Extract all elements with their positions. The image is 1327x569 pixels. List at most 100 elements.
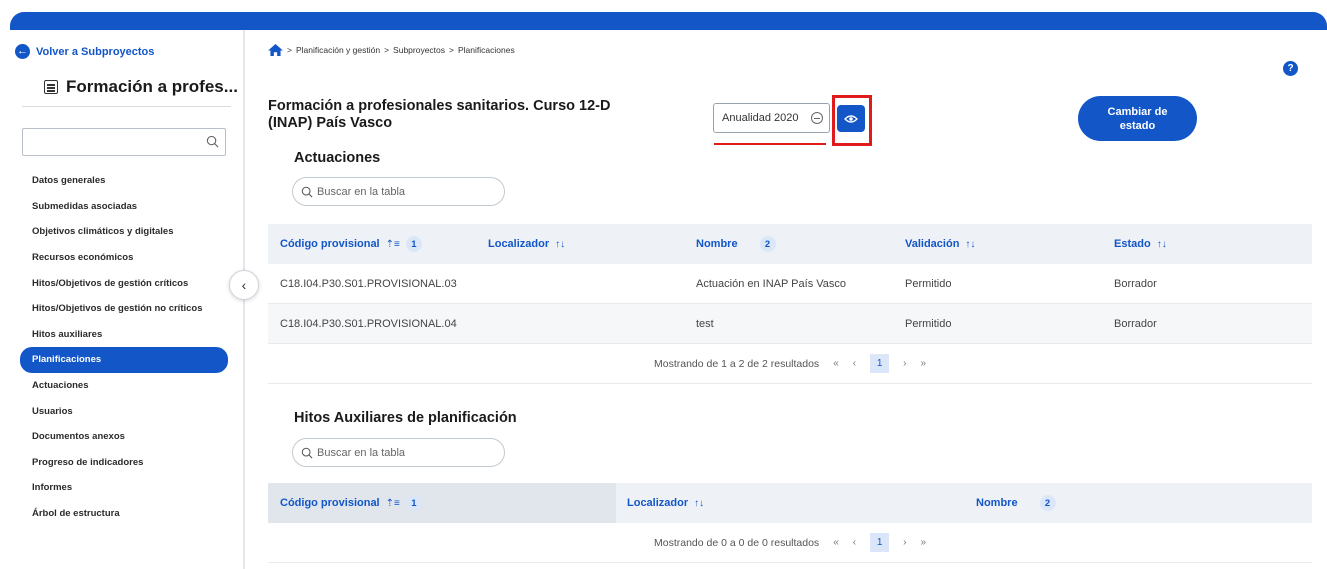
hitos-title: Hitos Auxiliares de planificación [294,410,517,426]
column-label: Validación [905,238,960,250]
breadcrumb-item-planificacion[interactable]: Planificación y gestión [296,45,380,55]
column-nombre[interactable]: Nombre 2 [696,224,776,264]
actuaciones-search-input[interactable]: Buscar en la tabla [292,177,505,206]
table-row[interactable]: C18.I04.P30.S01.PROVISIONAL.04 test Perm… [268,304,1312,344]
sidebar-separator [22,106,231,107]
column-label: Código provisional [280,238,380,250]
cell-nombre: Actuación en INAP País Vasco [696,278,847,290]
pagination: Mostrando de 1 a 2 de 2 resultados « ‹ 1… [268,344,1312,384]
column-validacion[interactable]: Validación ↑↓ [905,224,975,264]
year-select-value: Anualidad 2020 [722,112,799,124]
prev-page-button[interactable]: ‹ [853,537,856,548]
column-codigo[interactable]: Código provisional ⇡≡ 1 [268,483,616,523]
year-select[interactable]: Anualidad 2020 [713,103,830,133]
prev-page-button[interactable]: ‹ [853,358,856,369]
sort-icon: ⇡≡ [385,238,400,250]
header-bar [10,12,1327,30]
back-link-label: Volver a Subproyectos [36,45,155,58]
sidebar-item-hitos-auxiliares[interactable]: Hitos auxiliares [20,322,228,348]
ledger-icon [44,80,58,94]
sidebar-item-documentos[interactable]: Documentos anexos [20,424,228,450]
change-state-button[interactable]: Cambiar de estado [1078,96,1197,141]
column-label: Nombre [696,238,738,250]
cell-validacion: Permitido [905,278,952,290]
column-codigo[interactable]: Código provisional ⇡≡ 1 [280,224,422,264]
sidebar-item-datos-generales[interactable]: Datos generales [20,168,228,194]
sidebar-item-actuaciones[interactable]: Actuaciones [20,373,228,399]
next-page-button[interactable]: › [903,358,906,369]
sort-icon: ↑↓ [555,238,566,250]
sort-badge: 1 [405,236,422,252]
pagination: Mostrando de 0 a 0 de 0 resultados « ‹ 1… [268,523,1312,563]
sidebar-item-progreso[interactable]: Progreso de indicadores [20,450,228,476]
cell-nombre: test [696,318,714,330]
cell-estado: Borrador [1114,278,1157,290]
sidebar-item-submedidas[interactable]: Submedidas asociadas [20,194,228,220]
help-icon[interactable]: ? [1283,61,1298,76]
column-label: Localizador [627,497,689,509]
sort-icon: ⇡≡ [385,497,400,509]
sidebar-menu: Datos generales Submedidas asociadas Obj… [20,168,228,526]
column-localizador[interactable]: Localizador ↑↓ [488,224,565,264]
column-label: Nombre [976,497,1018,509]
breadcrumb-separator: > [449,45,454,55]
column-label: Localizador [488,238,550,250]
eye-icon [844,114,858,123]
column-label: Estado [1114,238,1151,250]
actuaciones-title: Actuaciones [294,150,381,166]
search-icon [301,447,313,459]
sort-badge: 1 [405,495,422,511]
clear-circle-icon[interactable] [811,112,823,124]
view-button[interactable] [837,105,865,132]
breadcrumb-separator: > [287,45,292,55]
sort-badge: 2 [759,236,776,252]
cell-codigo: C18.I04.P30.S01.PROVISIONAL.03 [280,278,457,290]
arrow-left-icon: ← [15,44,30,59]
hitos-search-input[interactable]: Buscar en la tabla [292,438,505,467]
search-icon [206,135,219,148]
home-icon[interactable] [268,44,283,56]
pagination-summary: Mostrando de 1 a 2 de 2 resultados [653,357,820,370]
table-row[interactable]: C18.I04.P30.S01.PROVISIONAL.03 Actuación… [268,264,1312,304]
actuaciones-table: Código provisional ⇡≡ 1 Localizador ↑↓ N… [268,224,1312,384]
sidebar-item-arbol[interactable]: Árbol de estructura [20,501,228,527]
pagination-summary: Mostrando de 0 a 0 de 0 resultados [653,536,820,549]
actuaciones-search-placeholder: Buscar en la tabla [317,185,406,198]
sidebar-item-hitos-criticos[interactable]: Hitos/Objetivos de gestión críticos [20,270,228,296]
column-estado[interactable]: Estado ↑↓ [1114,224,1167,264]
cell-codigo: C18.I04.P30.S01.PROVISIONAL.04 [280,318,457,330]
current-page-button[interactable]: 1 [870,354,890,373]
sidebar-item-usuarios[interactable]: Usuarios [20,398,228,424]
first-page-button[interactable]: « [833,537,839,548]
next-page-button[interactable]: › [903,537,906,548]
table-header: Código provisional ⇡≡ 1 Localizador ↑↓ N… [268,483,1312,523]
sidebar-item-objetivos[interactable]: Objetivos climáticos y digitales [20,219,228,245]
sidebar-item-planificaciones[interactable]: Planificaciones [20,347,228,373]
column-nombre[interactable]: Nombre 2 [976,483,1056,523]
column-localizador[interactable]: Localizador ↑↓ [627,483,704,523]
sidebar-search-input[interactable] [22,128,226,156]
breadcrumb: > Planificación y gestión > Subproyectos… [268,44,515,56]
first-page-button[interactable]: « [833,358,839,369]
breadcrumb-item-planificaciones: Planificaciones [458,45,515,55]
sidebar-item-recursos[interactable]: Recursos económicos [20,245,228,271]
collapse-sidebar-button[interactable]: ‹ [229,270,259,300]
chevron-left-icon: ‹ [241,277,247,293]
last-page-button[interactable]: » [920,537,926,548]
breadcrumb-item-subproyectos[interactable]: Subproyectos [393,45,445,55]
last-page-button[interactable]: » [920,358,926,369]
sidebar-item-informes[interactable]: Informes [20,475,228,501]
top-header [0,0,1327,30]
current-page-button[interactable]: 1 [870,533,890,552]
project-title: Formación a profes... [44,77,238,97]
back-to-subprojects-link[interactable]: ← Volver a Subproyectos [15,44,154,59]
sort-icon: ↑↓ [694,497,705,509]
sort-badge: 2 [1039,495,1056,511]
column-label: Código provisional [280,497,380,509]
search-icon [301,186,313,198]
sidebar-item-hitos-no-criticos[interactable]: Hitos/Objetivos de gestión no críticos [20,296,228,322]
cell-estado: Borrador [1114,318,1157,330]
page-title: Formación a profesionales sanitarios. Cu… [268,98,611,131]
sort-icon: ↑↓ [965,238,976,250]
hitos-table: Código provisional ⇡≡ 1 Localizador ↑↓ N… [268,483,1312,563]
